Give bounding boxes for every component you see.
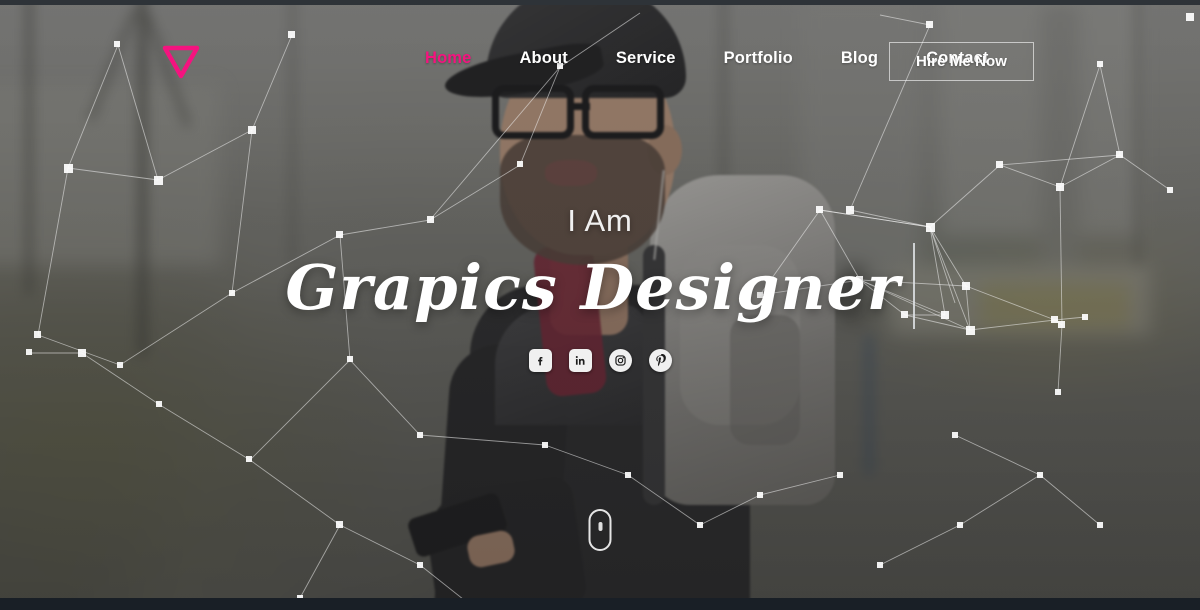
social-link-pinterest[interactable] xyxy=(648,349,672,372)
hire-me-now-button[interactable]: Hire Me Now xyxy=(889,42,1034,81)
instagram-icon xyxy=(614,355,626,366)
social-link-facebook[interactable] xyxy=(528,349,552,372)
social-link-instagram[interactable] xyxy=(608,349,632,372)
nav-link-service[interactable]: Service xyxy=(592,49,700,68)
browser-chrome-bottom-bar xyxy=(0,598,1200,610)
linkedin-icon xyxy=(575,356,585,365)
triangle-down-logo-icon xyxy=(162,45,200,79)
mouse-scroll-icon xyxy=(598,522,602,531)
main-navigation-bar: Home About Service Portfolio Blog Contac… xyxy=(0,5,1200,115)
browser-chrome-top-bar xyxy=(0,0,1200,5)
nav-link-home[interactable]: Home xyxy=(425,49,495,68)
hero-section: Home About Service Portfolio Blog Contac… xyxy=(0,5,1200,598)
site-logo[interactable] xyxy=(160,43,202,81)
facebook-icon xyxy=(537,356,542,366)
scroll-down-indicator[interactable] xyxy=(588,509,612,551)
nav-link-portfolio[interactable]: Portfolio xyxy=(700,49,817,68)
browser-viewport: Home About Service Portfolio Blog Contac… xyxy=(0,0,1200,610)
nav-link-about[interactable]: About xyxy=(495,49,591,68)
social-link-linkedin[interactable] xyxy=(568,349,592,372)
social-links-list xyxy=(528,349,672,372)
pinterest-icon xyxy=(655,354,666,367)
